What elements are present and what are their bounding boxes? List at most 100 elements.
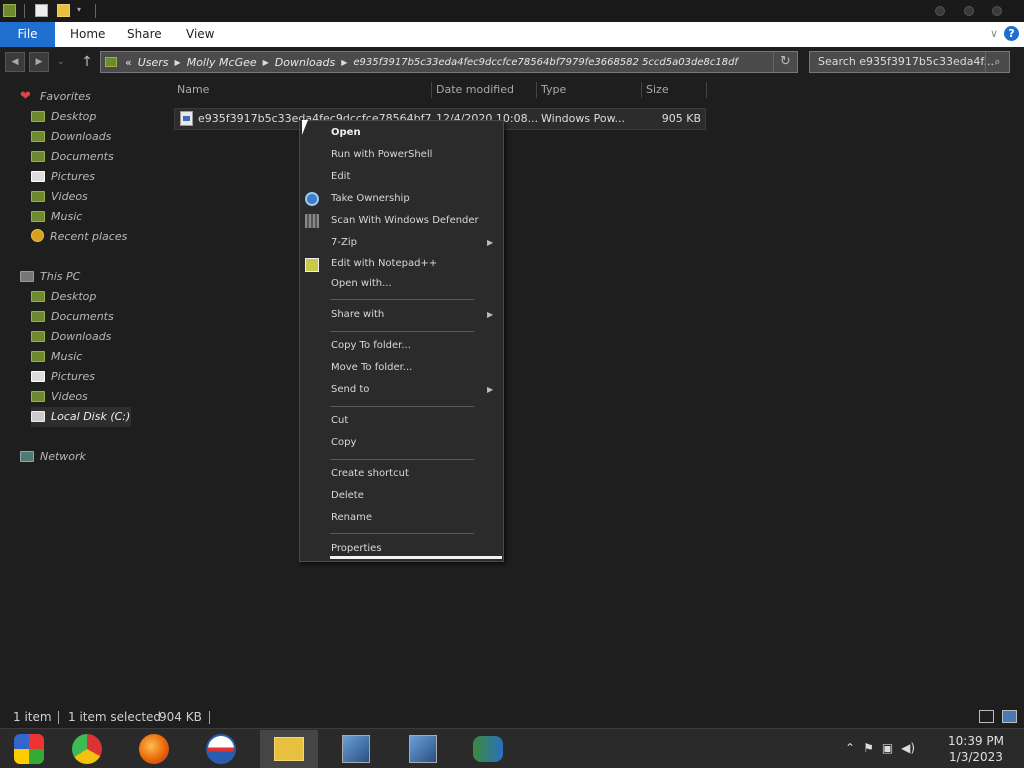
breadcrumb-downloads[interactable]: Downloads — [275, 56, 335, 69]
nav-fav-documents[interactable]: Documents — [31, 147, 114, 167]
forward-button[interactable]: ▶ — [29, 52, 49, 72]
column-divider[interactable] — [431, 82, 432, 98]
column-header-name[interactable]: Name — [177, 80, 209, 100]
menu-scan-defender[interactable]: Scan With Windows Defender — [331, 213, 479, 229]
column-divider[interactable] — [641, 82, 642, 98]
breadcrumb-arrow-icon[interactable]: ▶ — [263, 58, 269, 67]
context-menu: Open Run with PowerShell Edit Take Owner… — [299, 120, 504, 562]
menu-take-ownership[interactable]: Take Ownership — [331, 191, 410, 207]
menu-separator — [330, 459, 474, 460]
menu-copy-to-folder[interactable]: Copy To folder... — [331, 338, 411, 354]
menu-share-with[interactable]: Share with — [331, 307, 384, 323]
minimize-button[interactable] — [935, 6, 945, 16]
recent-locations-icon[interactable]: ⌄ — [57, 57, 65, 67]
column-header-date[interactable]: Date modified — [436, 80, 514, 100]
menu-open-with[interactable]: Open with... — [331, 276, 392, 292]
nav-pc-videos[interactable]: Videos — [31, 387, 88, 407]
new-folder-icon[interactable] — [57, 4, 70, 17]
menu-edit[interactable]: Edit — [331, 169, 350, 185]
taskbar-installer-1[interactable] — [327, 730, 385, 768]
computer-icon — [20, 271, 34, 282]
menu-create-shortcut[interactable]: Create shortcut — [331, 466, 409, 482]
taskbar-app-obama[interactable] — [192, 730, 250, 768]
menu-properties[interactable]: Properties — [331, 541, 382, 557]
start-button[interactable] — [0, 730, 58, 768]
downloads-icon — [31, 331, 45, 342]
nav-pc-local-disk[interactable]: Local Disk (C:) — [31, 407, 131, 427]
large-icons-view-icon[interactable] — [1002, 710, 1017, 723]
nav-label: Downloads — [51, 330, 112, 343]
menu-run-powershell[interactable]: Run with PowerShell — [331, 147, 432, 163]
menu-cut[interactable]: Cut — [331, 413, 348, 429]
breadcrumb-overflow[interactable]: « — [125, 56, 132, 69]
search-box[interactable]: Search e935f3917b5c33eda4f... ⌕ — [809, 51, 1010, 73]
breadcrumb-user[interactable]: Molly McGee — [187, 56, 257, 69]
menu-open[interactable]: Open — [331, 125, 361, 141]
menu-send-to[interactable]: Send to — [331, 382, 369, 398]
properties-icon[interactable] — [35, 4, 48, 17]
back-button[interactable]: ◀ — [5, 52, 25, 72]
show-hidden-icons-icon[interactable]: ⌃ — [845, 741, 855, 757]
column-header-type[interactable]: Type — [541, 80, 566, 100]
breadcrumb-current[interactable]: e935f3917b5c33eda4fec9dccfce78564bf7979f… — [353, 57, 738, 68]
nav-fav-pictures[interactable]: Pictures — [31, 167, 95, 187]
menu-edit-notepadpp[interactable]: Edit with Notepad++ — [331, 256, 437, 272]
nav-pc-pictures[interactable]: Pictures — [31, 367, 95, 387]
tab-share[interactable]: Share — [127, 22, 162, 47]
nav-label: Local Disk (C:) — [51, 410, 131, 423]
maximize-button[interactable] — [964, 6, 974, 16]
column-divider[interactable] — [536, 82, 537, 98]
nav-label: Music — [51, 210, 83, 223]
nav-pc-downloads[interactable]: Downloads — [31, 327, 111, 347]
notepad-plus-plus-icon — [305, 258, 319, 272]
help-icon[interactable]: ? — [1004, 26, 1019, 41]
column-divider[interactable] — [706, 82, 707, 98]
videos-icon — [31, 191, 45, 202]
menu-7zip[interactable]: 7-Zip — [331, 235, 357, 251]
nav-pc-documents[interactable]: Documents — [31, 307, 114, 327]
menu-copy[interactable]: Copy — [331, 435, 356, 451]
details-view-icon[interactable] — [979, 710, 994, 723]
nav-label: Favorites — [40, 90, 91, 103]
column-header-size[interactable]: Size — [646, 80, 669, 100]
network-status-icon[interactable]: ▣ — [882, 741, 893, 757]
nav-fav-videos[interactable]: Videos — [31, 187, 88, 207]
tab-file[interactable]: File — [0, 22, 55, 47]
refresh-button[interactable]: ↻ — [773, 52, 797, 72]
taskbar-clock[interactable]: 10:39 PM 1/3/2023 — [948, 733, 1004, 765]
close-button[interactable] — [992, 6, 1002, 16]
tab-home[interactable]: Home — [70, 22, 105, 47]
menu-delete[interactable]: Delete — [331, 488, 364, 504]
defender-icon — [305, 214, 319, 228]
nav-pc-music[interactable]: Music — [31, 347, 82, 367]
navigation-pane: ❤ Favorites Desktop Downloads Documents P… — [0, 80, 170, 700]
action-center-flag-icon[interactable]: ⚑ — [863, 741, 874, 757]
nav-favorites[interactable]: ❤ Favorites — [20, 87, 91, 107]
breadcrumb-arrow-icon[interactable]: ▶ — [175, 58, 181, 67]
nav-network[interactable]: Network — [20, 447, 86, 467]
taskbar-users[interactable] — [459, 730, 517, 768]
nav-pc-desktop[interactable]: Desktop — [31, 287, 96, 307]
tab-view[interactable]: View — [186, 22, 214, 47]
taskbar-chrome[interactable] — [58, 730, 116, 768]
nav-this-pc[interactable]: This PC — [20, 267, 80, 287]
nav-fav-music[interactable]: Music — [31, 207, 82, 227]
menu-rename[interactable]: Rename — [331, 510, 372, 526]
breadcrumb-users[interactable]: Users — [138, 56, 169, 69]
chrome-icon — [72, 734, 102, 764]
search-input[interactable]: Search e935f3917b5c33eda4f... — [818, 55, 994, 68]
taskbar-file-explorer[interactable] — [260, 730, 318, 768]
quick-access-dropdown-icon[interactable]: ▾ — [77, 5, 81, 14]
menu-move-to-folder[interactable]: Move To folder... — [331, 360, 412, 376]
up-button[interactable]: ↑ — [79, 52, 95, 72]
nav-fav-recent[interactable]: Recent places — [31, 227, 127, 247]
volume-icon[interactable]: ◀) — [901, 741, 915, 757]
ribbon-expand-icon[interactable]: ∨ — [990, 27, 998, 40]
nav-fav-desktop[interactable]: Desktop — [31, 107, 96, 127]
taskbar-firefox[interactable] — [125, 730, 183, 768]
breadcrumb-arrow-icon[interactable]: ▶ — [341, 58, 347, 67]
taskbar-installer-2[interactable] — [394, 730, 452, 768]
address-bar[interactable]: « Users ▶ Molly McGee ▶ Downloads ▶ e935… — [100, 51, 798, 73]
search-icon[interactable]: ⌕ — [985, 52, 1009, 72]
nav-fav-downloads[interactable]: Downloads — [31, 127, 111, 147]
